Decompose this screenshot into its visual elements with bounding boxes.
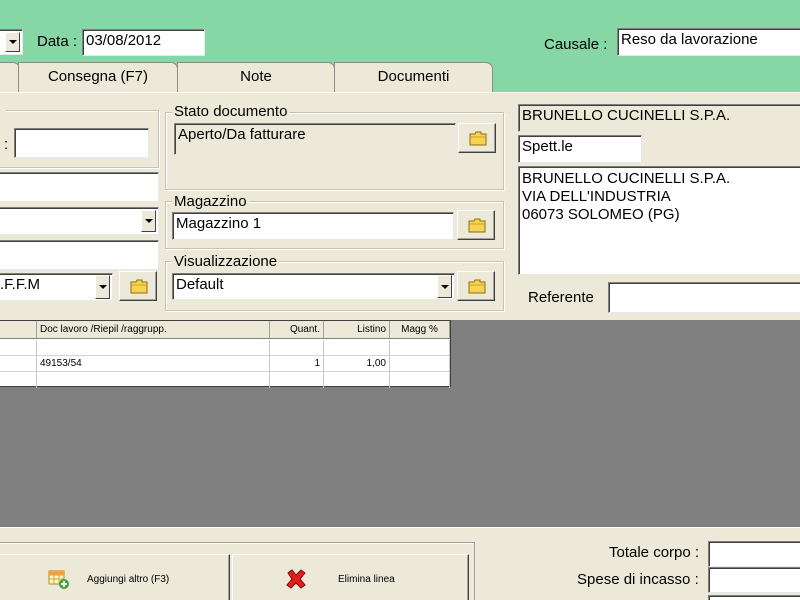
address-line: BRUNELLO CUCINELLI S.P.A. — [522, 170, 731, 187]
left-field-2[interactable] — [0, 240, 159, 270]
cell-listino[interactable] — [324, 340, 390, 356]
table-row[interactable] — [0, 340, 450, 356]
referente-label: Referente — [528, 289, 594, 306]
col-header-blank — [0, 321, 37, 338]
customer-salutation[interactable]: Spett.le — [518, 135, 642, 163]
totale-corpo-input[interactable] — [708, 541, 800, 567]
spese-incasso-label: Spese di incasso : — [577, 571, 699, 588]
folder-icon — [468, 218, 486, 233]
tab-consegna[interactable]: Consegna (F7) — [18, 62, 178, 93]
cell-doc[interactable]: 49153/54 — [37, 356, 270, 372]
cell-quant[interactable] — [270, 340, 324, 356]
col-header-doc[interactable]: Doc lavoro /Riepil /raggrupp. — [37, 321, 270, 338]
referente-input[interactable] — [608, 282, 800, 313]
cell-magg[interactable] — [390, 356, 450, 372]
stato-field: Aperto/Da fatturare — [174, 123, 456, 155]
tab-documenti[interactable]: Documenti — [334, 62, 493, 93]
cell-listino[interactable]: 1,00 — [324, 356, 390, 372]
customer-name: BRUNELLO CUCINELLI S.P.A. — [518, 104, 800, 132]
causale-input[interactable]: Reso da lavorazione — [617, 28, 800, 56]
delete-icon — [286, 569, 306, 589]
bottom-toolbar: Aggiungi altro (F3) Elimina linea Totale… — [0, 527, 800, 600]
cell-quant[interactable] — [270, 372, 324, 388]
elimina-linea-label: Elimina linea — [338, 574, 395, 585]
table-row[interactable]: 49153/54 1 1,00 — [0, 356, 450, 372]
lines-grid[interactable]: Doc lavoro /Riepil /raggrupp. Quant. Lis… — [0, 320, 451, 388]
causale-label: Causale : — [544, 36, 608, 53]
visualizzazione-folder-button[interactable] — [457, 271, 495, 301]
visualizzazione-title: Visualizzazione — [172, 253, 280, 270]
aggiungi-altro-button[interactable]: Aggiungi altro (F3) — [0, 554, 230, 600]
magazzino-folder-button[interactable] — [457, 210, 495, 240]
visualizzazione-dropdown[interactable]: Default — [172, 273, 455, 300]
cell-doc[interactable] — [37, 372, 270, 388]
dropdown-arrow-icon[interactable] — [437, 275, 452, 298]
add-grid-icon — [48, 570, 69, 589]
cell-blank[interactable] — [0, 356, 37, 372]
spese-incasso-input[interactable] — [708, 567, 800, 593]
folder-icon — [130, 279, 148, 294]
left-colon-label: : — [4, 136, 9, 153]
folder-icon — [469, 131, 487, 146]
left-text-input[interactable] — [14, 128, 149, 158]
cell-blank[interactable] — [0, 372, 37, 388]
magazzino-field[interactable]: Magazzino 1 — [172, 212, 454, 240]
address-line: VIA DELL'INDUSTRIA — [522, 188, 671, 205]
tab-previous[interactable] — [0, 62, 20, 93]
table-row[interactable] — [0, 372, 450, 388]
aggiungi-altro-label: Aggiungi altro (F3) — [87, 574, 170, 585]
stato-title: Stato documento — [172, 103, 290, 120]
totale-corpo-label: Totale corpo : — [609, 544, 700, 561]
tab-strip-line — [0, 92, 800, 93]
tab-note[interactable]: Note — [177, 62, 335, 93]
cell-doc[interactable] — [37, 340, 270, 356]
left-group-title — [0, 102, 6, 118]
left-field-1[interactable] — [0, 172, 159, 202]
col-header-listino[interactable]: Listino — [324, 321, 390, 338]
top-left-dropdown[interactable] — [0, 29, 23, 55]
data-input[interactable]: 03/08/2012 — [82, 29, 205, 56]
cell-blank[interactable] — [0, 340, 37, 356]
grid-header: Doc lavoro /Riepil /raggrupp. Quant. Lis… — [0, 321, 450, 339]
dropdown-arrow-icon[interactable] — [5, 32, 20, 52]
elimina-linea-button[interactable]: Elimina linea — [232, 554, 469, 600]
col-header-quant[interactable]: Quant. — [270, 321, 324, 338]
cell-magg[interactable] — [390, 372, 450, 388]
next-total-input[interactable] — [708, 595, 800, 600]
dropdown-arrow-icon[interactable] — [95, 275, 110, 299]
left-folder-button[interactable] — [119, 271, 157, 301]
customer-address[interactable]: BRUNELLO CUCINELLI S.P.A. VIA DELL'INDUS… — [518, 166, 800, 275]
data-label: Data : — [37, 33, 78, 50]
address-line: 06073 SOLOMEO (PG) — [522, 206, 680, 223]
col-header-magg[interactable]: Magg % — [390, 321, 450, 338]
cell-quant[interactable]: 1 — [270, 356, 324, 372]
magazzino-title: Magazzino — [172, 193, 249, 210]
dropdown-arrow-icon[interactable] — [141, 210, 156, 232]
stato-folder-button[interactable] — [458, 123, 496, 153]
cell-listino[interactable] — [324, 372, 390, 388]
left-dropdown-1[interactable] — [0, 207, 159, 235]
folder-icon — [468, 279, 486, 294]
cell-magg[interactable] — [390, 340, 450, 356]
